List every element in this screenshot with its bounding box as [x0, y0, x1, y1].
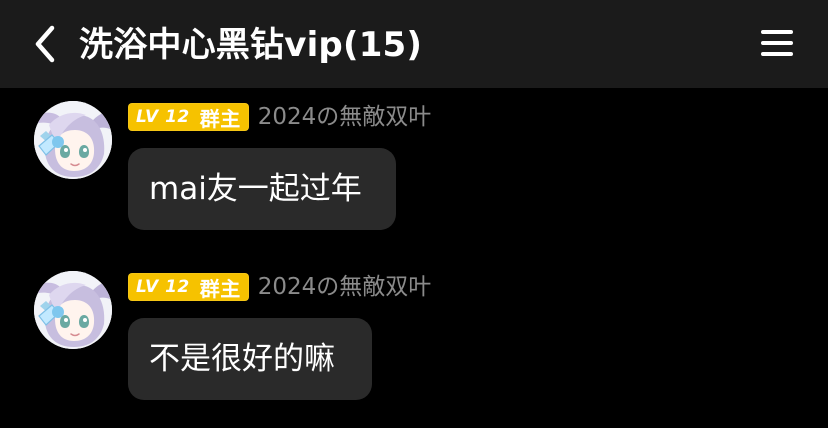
- role-badge: 群主: [199, 276, 241, 301]
- chevron-left-icon: [35, 25, 55, 63]
- sender-name: 2024の無敵双叶: [257, 104, 432, 130]
- level-badge: LV 12: [136, 107, 190, 127]
- message-meta: LV 12 群主 2024の無敵双叶: [128, 271, 431, 303]
- message-bubble[interactable]: mai友一起过年: [128, 148, 396, 230]
- back-button[interactable]: [28, 24, 62, 64]
- role-badge: 群主: [199, 106, 241, 131]
- member-badge: LV 12 群主: [128, 273, 249, 301]
- anime-avatar-icon: [34, 101, 112, 179]
- chat-header: 洗浴中心黑钻vip(15): [0, 0, 828, 88]
- chat-title: 洗浴中心黑钻vip(15): [79, 25, 423, 65]
- avatar[interactable]: [34, 271, 112, 349]
- level-badge: LV 12: [136, 277, 190, 297]
- menu-button[interactable]: [760, 26, 794, 60]
- sender-name: 2024の無敵双叶: [257, 274, 432, 300]
- member-badge: LV 12 群主: [128, 103, 249, 131]
- message-bubble[interactable]: 不是很好的嘛: [128, 318, 372, 400]
- chat-screen: 洗浴中心黑钻vip(15) LV 12 群主 2024の無敵双叶 mai友一起过…: [0, 0, 828, 428]
- avatar[interactable]: [34, 101, 112, 179]
- anime-avatar-icon: [34, 271, 112, 349]
- message-meta: LV 12 群主 2024の無敵双叶: [128, 101, 431, 133]
- hamburger-menu-icon: [761, 30, 793, 56]
